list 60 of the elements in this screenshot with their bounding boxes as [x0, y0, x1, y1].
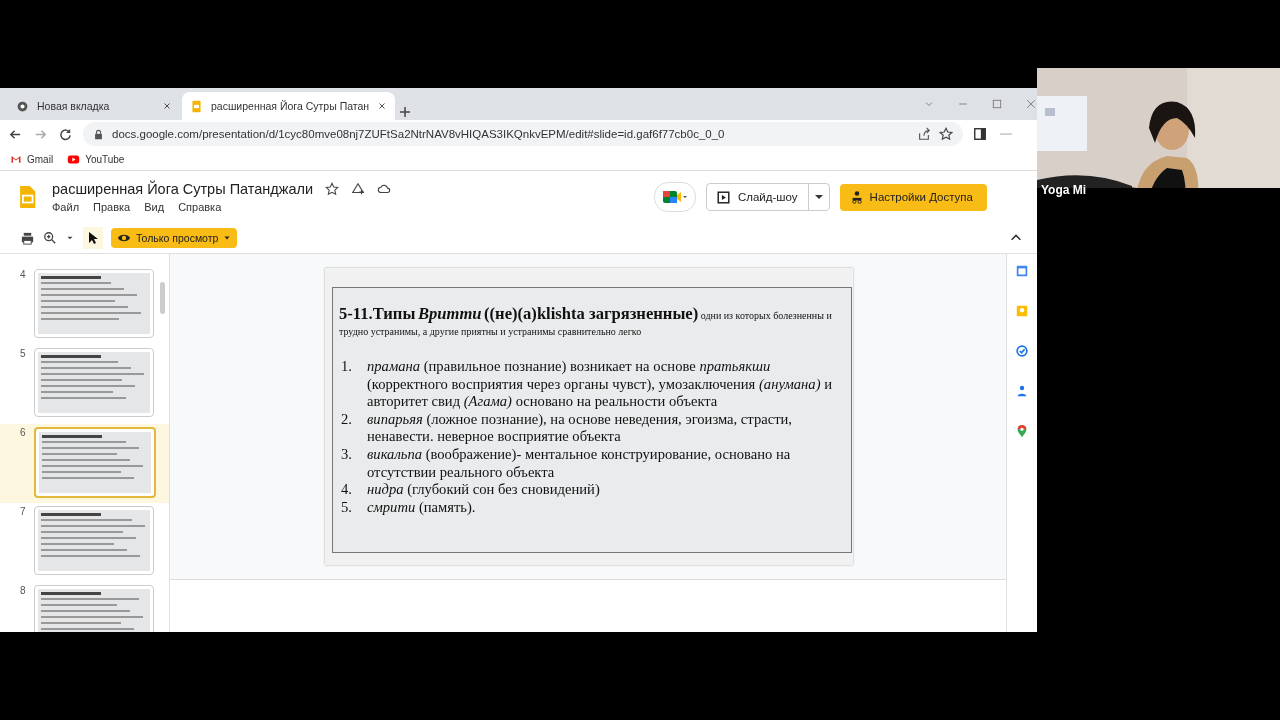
caret-icon	[223, 234, 232, 242]
close-icon[interactable]	[162, 101, 172, 111]
browser-tab[interactable]: расширенная Йога Сутры Патан	[182, 92, 396, 120]
star-icon[interactable]	[325, 182, 340, 196]
list-item-text: смрити (память).	[367, 498, 477, 517]
list-number: 4.	[340, 481, 353, 499]
mail-icon	[10, 153, 22, 165]
slide-number: 4	[20, 269, 26, 280]
video-camera-icon	[661, 189, 688, 205]
browser-tab[interactable]: Новая вкладка	[8, 92, 180, 120]
slide-heading: 5-11.ТипыВритти((не)(а)klishta загрязненные)одни из которых болезненны и трудно устранимы, а другие приятны и устранимы сравнительно легко	[339, 306, 833, 339]
slide-number: 7	[20, 506, 26, 517]
list-number: 3.	[340, 445, 353, 464]
reload-icon[interactable]	[58, 126, 73, 142]
play-icon	[716, 190, 730, 204]
cloud-icon[interactable]	[377, 182, 392, 196]
check-circle-icon[interactable]	[1015, 344, 1029, 358]
pointer-icon	[87, 231, 99, 245]
slide-number: 5	[20, 348, 26, 359]
share-button[interactable]: Настройки Доступа	[839, 183, 987, 211]
address-bar[interactable]: docs.google.com/presentation/d/1cyc80mve08nj7ZUFtSa2NtrNAV8vHIQAS3IKQnkvEPM/edit#slide=id.gaf6f77cb0c_0_0	[83, 122, 963, 146]
zoom-icon[interactable]	[43, 231, 57, 245]
document-title[interactable]: расширенная Йога Сутры Патанджали	[52, 181, 314, 197]
slide-thumbnail[interactable]	[34, 506, 154, 575]
slide-thumbnail[interactable]	[34, 427, 156, 498]
scrollbar[interactable]	[160, 282, 165, 314]
participant-name: Yoga Mi	[1041, 183, 1087, 197]
menu-item[interactable]: Вид	[144, 201, 165, 213]
list-item-text: нидра (глубокий сон без сновидений)	[367, 481, 601, 499]
share-icon[interactable]	[917, 127, 931, 141]
person-icon	[849, 190, 864, 204]
eye-icon	[117, 232, 131, 244]
play-icon	[67, 152, 81, 166]
slide-number: 8	[20, 585, 26, 596]
menu-item[interactable]: Файл	[52, 201, 80, 213]
bookmark[interactable]: Gmail	[10, 153, 54, 165]
slide-thumbnail[interactable]	[34, 269, 154, 338]
browser-icon	[16, 99, 29, 113]
side-panel-icon[interactable]	[973, 127, 987, 141]
list-number: 1.	[340, 358, 353, 376]
star-icon[interactable]	[939, 127, 953, 141]
slides-icon	[190, 99, 203, 113]
close-icon[interactable]	[377, 101, 388, 111]
print-icon[interactable]	[20, 230, 35, 246]
view-mode-button[interactable]: Только просмотр	[111, 228, 238, 248]
list-number: 2.	[340, 410, 353, 429]
slide-number: 6	[20, 427, 26, 438]
menu-item[interactable]: Правка	[93, 201, 131, 213]
list-number: 5.	[340, 498, 353, 517]
meet-button[interactable]	[653, 182, 696, 212]
maximize-icon[interactable]	[991, 98, 1003, 110]
menu-item[interactable]: Справка	[178, 201, 222, 213]
person-icon[interactable]	[1015, 384, 1029, 398]
calendar-icon[interactable]	[1015, 264, 1029, 278]
move-to-drive-icon[interactable]	[351, 182, 366, 196]
select-tool[interactable]	[83, 227, 103, 249]
bookmark[interactable]: YouTube	[67, 152, 125, 166]
slide-thumbnail[interactable]	[34, 348, 154, 417]
lock-icon	[93, 128, 104, 140]
map-pin-icon[interactable]	[1015, 424, 1029, 438]
